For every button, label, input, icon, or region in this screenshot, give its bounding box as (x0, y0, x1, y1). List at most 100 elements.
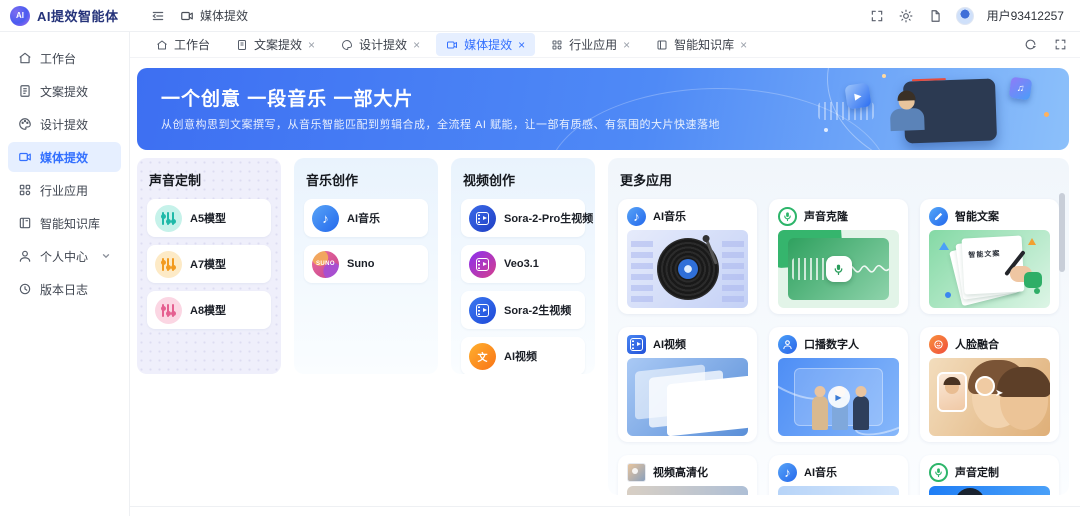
sidebar-item-media[interactable]: 媒体提效 (8, 142, 121, 172)
tab-label: 行业应用 (569, 36, 617, 53)
app-card-ai-music-2[interactable]: ♪ AI音乐 (769, 455, 908, 495)
tab-close-icon[interactable]: × (413, 39, 420, 51)
more-apps-grid: ♪ AI音乐 (618, 199, 1059, 495)
app-card-label: AI视频 (653, 336, 686, 352)
tab-close-icon[interactable]: × (740, 39, 747, 51)
tab-media[interactable]: 媒体提效 × (436, 33, 535, 56)
paper-title: 智能文案 (968, 251, 1000, 260)
sidebar-item-knowledge[interactable]: 智能知识库 (8, 208, 121, 238)
breadcrumb-label: 媒体提效 (200, 7, 248, 24)
sidebar-item-workbench[interactable]: 工作台 (8, 43, 121, 73)
shelf-decoration (631, 236, 653, 302)
main-content: 一个创意 一段音乐 一部大片 从创意构思到文案撰写，从音乐智能匹配到剪辑合成，全… (130, 58, 1080, 507)
dot-decoration (882, 74, 886, 78)
topbar-right: 用户93412257 (869, 7, 1080, 25)
tool-card-suno[interactable]: SUNO Suno (304, 245, 428, 283)
document-panel-icon[interactable] (927, 8, 943, 24)
digital-human-icon (778, 335, 797, 354)
tool-card-sora2pro[interactable]: Sora-2-Pro生视频 (461, 199, 585, 237)
tool-label: AI视频 (504, 348, 537, 364)
model-card-a7[interactable]: A7模型 (147, 245, 271, 283)
user-name[interactable]: 用户93412257 (987, 7, 1064, 24)
history-icon (18, 282, 32, 296)
tab-industry[interactable]: 行业应用 × (541, 33, 640, 56)
person-figure (853, 396, 869, 430)
video-icon (18, 150, 32, 164)
document-icon (236, 39, 248, 51)
app-card-digital-human[interactable]: 口播数字人 ▶ (769, 327, 908, 442)
hero-banner: 一个创意 一段音乐 一部大片 从创意构思到文案撰写，从音乐智能匹配到剪辑合成，全… (137, 68, 1069, 150)
model-card-a8[interactable]: A8模型 (147, 291, 271, 329)
sidebar-item-label: 智能知识库 (40, 215, 100, 232)
microphone-icon (778, 207, 797, 226)
collapse-sidebar-icon[interactable] (150, 8, 166, 24)
app-card-label: 口播数字人 (804, 336, 859, 352)
face-large (1000, 372, 1048, 430)
fullscreen-icon[interactable] (869, 8, 885, 24)
face-small-circle (975, 376, 995, 396)
film-icon (469, 297, 496, 324)
scrollbar-thumb[interactable] (1059, 193, 1065, 272)
app-card-ai-music[interactable]: ♪ AI音乐 (618, 199, 757, 314)
tab-close-icon[interactable]: × (518, 39, 525, 51)
film-icon (627, 335, 646, 354)
app-card-smart-copy[interactable]: 智能文案 智能文案 (920, 199, 1059, 314)
dot-decoration (1044, 112, 1049, 117)
sidebar-item-changelog[interactable]: 版本日志 (8, 274, 121, 304)
section-title: 音乐创作 (306, 170, 426, 189)
home-icon (18, 51, 32, 65)
chevron-down-icon (101, 251, 111, 261)
tab-close-icon[interactable]: × (623, 39, 630, 51)
tool-card-veo31[interactable]: Veo3.1 (461, 245, 585, 283)
equalizer-icon (155, 251, 182, 278)
banner-subtitle: 从创意构思到文案撰写，从音乐智能匹配到剪辑合成，全流程 AI 赋能，让一部有质感… (161, 116, 720, 132)
brand: AI AI提效智能体 (0, 6, 130, 26)
banner-title: 一个创意 一段音乐 一部大片 (161, 84, 414, 111)
tab-workbench[interactable]: 工作台 (146, 33, 220, 56)
app-card-label: 智能文案 (955, 208, 999, 224)
app-card-voice-custom[interactable]: 声音定制 (920, 455, 1059, 495)
model-card-a5[interactable]: A5模型 (147, 199, 271, 237)
sidebar-item-personal[interactable]: 个人中心 (8, 241, 121, 271)
tool-label: Sora-2-Pro生视频 (504, 210, 593, 226)
app-card-label: AI音乐 (804, 464, 837, 480)
tool-card-sora2[interactable]: Sora-2生视频 (461, 291, 585, 329)
sleeve-decoration (1024, 272, 1042, 288)
user-avatar[interactable] (956, 7, 974, 25)
banner-illustration: ▶ ♫ (818, 68, 1053, 150)
app-card-label: 人脸融合 (955, 336, 999, 352)
equalizer-icon (155, 205, 182, 232)
person-figure (812, 396, 828, 430)
hd-thumbnail-icon (627, 463, 646, 482)
sidebar-item-label: 设计提效 (40, 116, 88, 133)
tab-copywriting[interactable]: 文案提效 × (226, 33, 325, 56)
app-card-image (627, 230, 748, 308)
tool-label: AI音乐 (347, 210, 380, 226)
app-card-voice-clone[interactable]: 声音克隆 (769, 199, 908, 314)
microphone-icon (929, 463, 948, 482)
app-card-video-upscale[interactable]: 视频高清化 (618, 455, 757, 495)
sidebar-item-industry[interactable]: 行业应用 (8, 175, 121, 205)
app-card-ai-video[interactable]: AI视频 (618, 327, 757, 442)
panel-more-apps: 更多应用 ♪ AI音乐 (608, 158, 1069, 495)
app-card-face-fusion[interactable]: 人脸融合 ➤ (920, 327, 1059, 442)
theme-sun-icon[interactable] (898, 8, 914, 24)
app-card-image (627, 358, 748, 436)
app-card-label: 声音定制 (955, 464, 999, 480)
tab-close-icon[interactable]: × (308, 39, 315, 51)
tab-design[interactable]: 设计提效 × (331, 33, 430, 56)
panel-music-creation: 音乐创作 ♪ AI音乐 SUNO Suno (294, 158, 438, 374)
tool-card-ai-video[interactable]: 文 AI视频 (461, 337, 585, 374)
sidebar-item-label: 个人中心 (40, 248, 88, 265)
sidebar-item-design[interactable]: 设计提效 (8, 109, 121, 139)
sidebar-item-label: 工作台 (40, 50, 76, 67)
palette-icon (18, 117, 32, 131)
refresh-icon[interactable] (1022, 37, 1038, 53)
expand-tabs-icon[interactable] (1052, 37, 1068, 53)
video-icon (446, 39, 458, 51)
sidebar-item-copywriting[interactable]: 文案提效 (8, 76, 121, 106)
tool-card-ai-music[interactable]: ♪ AI音乐 (304, 199, 428, 237)
tool-label: Sora-2生视频 (504, 302, 571, 318)
tab-knowledge[interactable]: 智能知识库 × (646, 33, 757, 56)
tool-label: Suno (347, 258, 375, 270)
